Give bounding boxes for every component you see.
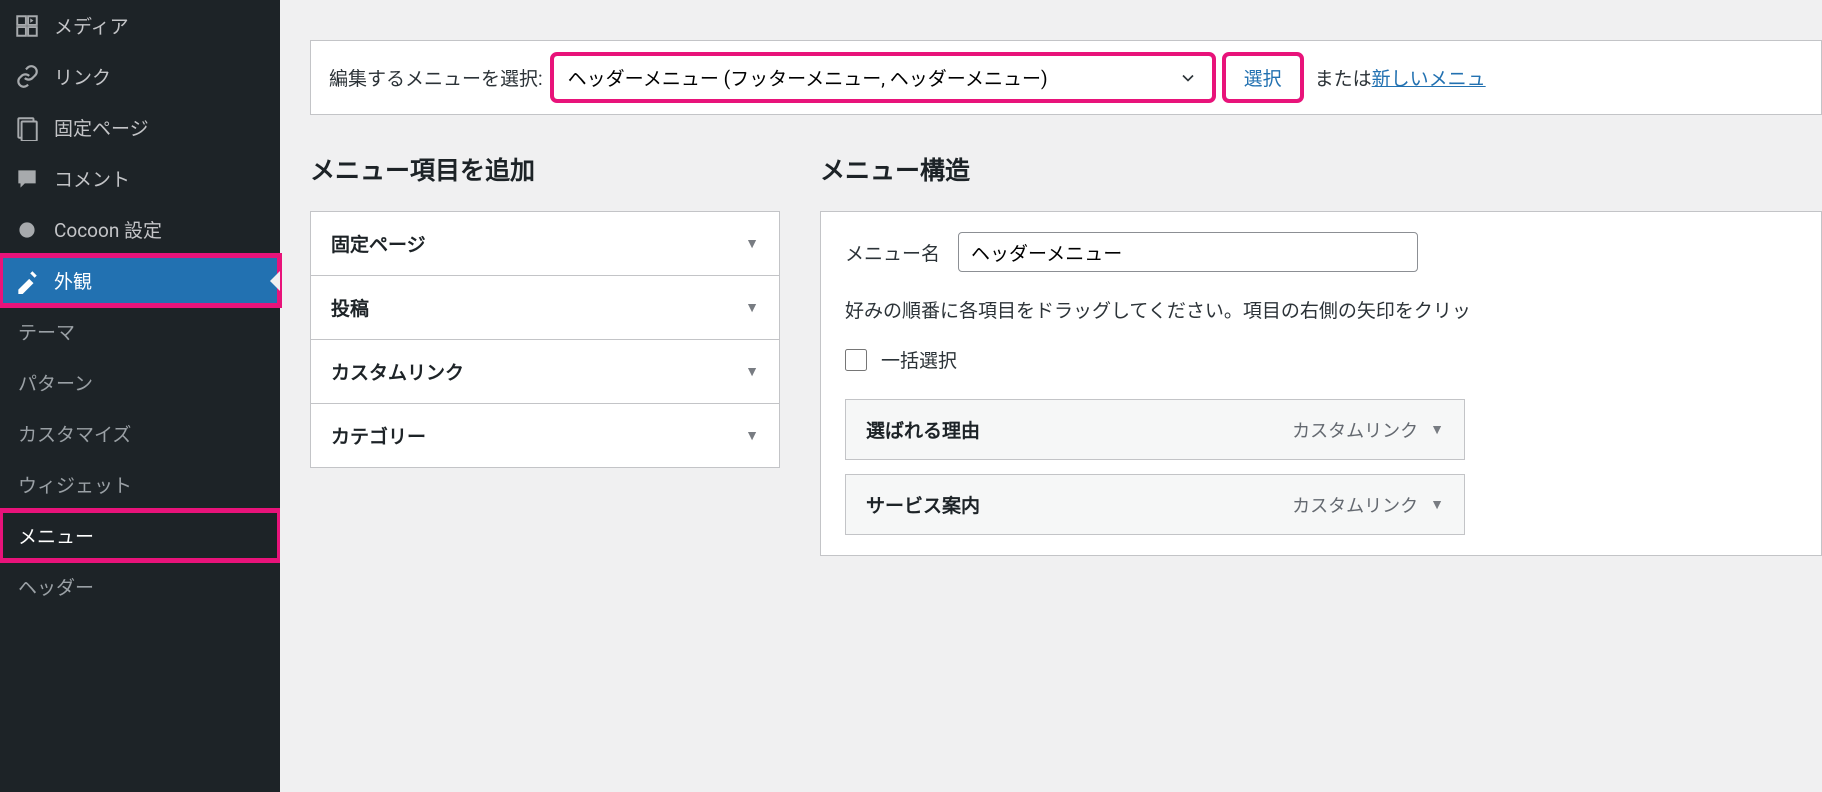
subitem-patterns[interactable]: パターン <box>0 357 280 408</box>
menu-select-dropdown[interactable]: ヘッダーメニュー (フッターメニュー, ヘッダーメニュー) <box>553 55 1213 100</box>
menu-select-value: ヘッダーメニュー (フッターメニュー, ヘッダーメニュー) <box>568 64 1048 91</box>
bulk-select-label: 一括選択 <box>881 346 957 373</box>
structure-panel: メニュー名 好みの順番に各項目をドラッグしてください。項目の右側の矢印をクリッ … <box>820 211 1822 556</box>
accordion-label: カスタムリンク <box>331 358 464 385</box>
sidebar-item-label: 外観 <box>54 267 92 294</box>
select-menu-label: 編集するメニューを選択: <box>329 64 543 91</box>
accordion-item-pages[interactable]: 固定ページ ▼ <box>311 212 779 276</box>
sidebar-item-comments[interactable]: コメント <box>0 153 280 204</box>
accordion-label: カテゴリー <box>331 422 426 449</box>
accordion-label: 投稿 <box>331 294 369 321</box>
sidebar-item-media[interactable]: メディア <box>0 0 280 51</box>
sidebar-item-appearance[interactable]: 外観 <box>0 255 280 306</box>
menu-item-type: カスタムリンク ▼ <box>1292 417 1444 443</box>
accordion-item-categories[interactable]: カテゴリー ▼ <box>311 404 779 467</box>
accordion-label: 固定ページ <box>331 230 426 257</box>
appearance-icon <box>14 268 44 294</box>
add-items-heading: メニュー項目を追加 <box>310 151 780 187</box>
link-icon <box>14 64 44 90</box>
sidebar-item-cocoon[interactable]: Cocoon 設定 <box>0 204 280 255</box>
cocoon-icon <box>14 217 44 243</box>
subitem-themes[interactable]: テーマ <box>0 306 280 357</box>
menu-name-label: メニュー名 <box>845 239 940 266</box>
sidebar-item-links[interactable]: リンク <box>0 51 280 102</box>
menu-item-type: カスタムリンク ▼ <box>1292 492 1444 518</box>
accordion-item-posts[interactable]: 投稿 ▼ <box>311 276 779 340</box>
or-text: または新しいメニュ <box>1315 64 1486 91</box>
sidebar-item-label: Cocoon 設定 <box>54 216 162 243</box>
caret-down-icon: ▼ <box>745 363 759 380</box>
subitem-header[interactable]: ヘッダー <box>0 561 280 612</box>
sidebar-item-pages[interactable]: 固定ページ <box>0 102 280 153</box>
new-menu-link[interactable]: 新しいメニュ <box>1372 67 1486 90</box>
sidebar-item-label: リンク <box>54 63 111 90</box>
menu-item-title: 選ばれる理由 <box>866 416 980 443</box>
subitem-widgets[interactable]: ウィジェット <box>0 459 280 510</box>
structure-description: 好みの順番に各項目をドラッグしてください。項目の右側の矢印をクリッ <box>845 296 1797 326</box>
comment-icon <box>14 166 44 192</box>
main-content: 編集するメニューを選択: ヘッダーメニュー (フッターメニュー, ヘッダーメニュ… <box>280 0 1822 792</box>
bulk-select-checkbox[interactable] <box>845 349 867 371</box>
structure-column: メニュー構造 メニュー名 好みの順番に各項目をドラッグしてください。項目の右側の… <box>820 151 1822 556</box>
add-items-column: メニュー項目を追加 固定ページ ▼ 投稿 ▼ カスタムリンク ▼ <box>310 151 780 468</box>
structure-heading: メニュー構造 <box>820 151 1822 187</box>
media-icon <box>14 13 44 39</box>
menu-item[interactable]: サービス案内 カスタムリンク ▼ <box>845 474 1465 535</box>
add-items-accordion: 固定ページ ▼ 投稿 ▼ カスタムリンク ▼ カテゴリー ▼ <box>310 211 780 468</box>
menu-item-title: サービス案内 <box>866 491 980 518</box>
subitem-customize[interactable]: カスタマイズ <box>0 408 280 459</box>
menu-name-input[interactable] <box>958 232 1418 272</box>
select-button[interactable]: 選択 <box>1225 55 1301 100</box>
sidebar-item-label: メディア <box>54 12 129 39</box>
menu-select-bar: 編集するメニューを選択: ヘッダーメニュー (フッターメニュー, ヘッダーメニュ… <box>310 40 1822 115</box>
pages-icon <box>14 115 44 141</box>
caret-down-icon: ▼ <box>745 235 759 252</box>
caret-down-icon: ▼ <box>1430 421 1444 438</box>
menu-items-list: 選ばれる理由 カスタムリンク ▼ サービス案内 カスタムリンク ▼ <box>845 399 1797 535</box>
accordion-item-custom-links[interactable]: カスタムリンク ▼ <box>311 340 779 404</box>
caret-down-icon: ▼ <box>1430 496 1444 513</box>
sidebar-item-label: 固定ページ <box>54 114 149 141</box>
caret-down-icon: ▼ <box>745 299 759 316</box>
subitem-menus[interactable]: メニュー <box>0 510 280 561</box>
chevron-down-icon <box>1178 68 1198 88</box>
sidebar-item-label: コメント <box>54 165 130 192</box>
caret-down-icon: ▼ <box>745 427 759 444</box>
menu-item[interactable]: 選ばれる理由 カスタムリンク ▼ <box>845 399 1465 460</box>
admin-sidebar: メディア リンク 固定ページ コメント Cocoon 設定 外観 テーマ パター… <box>0 0 280 792</box>
